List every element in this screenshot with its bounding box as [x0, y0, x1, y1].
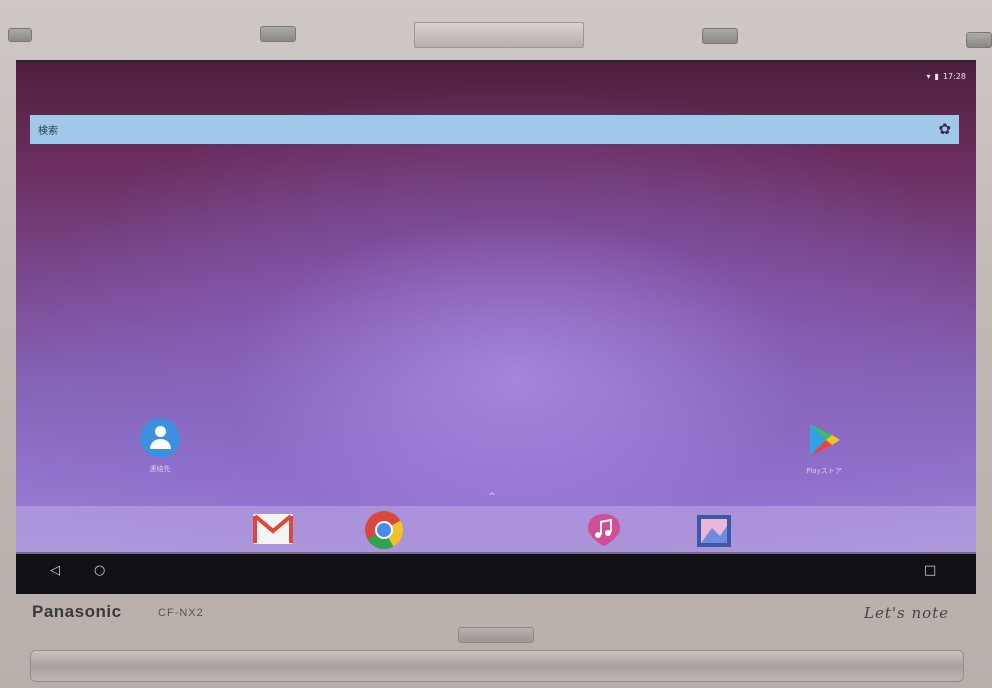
play-store-icon	[804, 420, 844, 460]
app-label: 連絡先	[149, 465, 171, 473]
gallery-icon[interactable]	[696, 514, 732, 552]
search-bar[interactable]: 検索 ✿	[30, 115, 959, 144]
gmail-icon[interactable]	[252, 512, 294, 550]
app-label: Playストア	[806, 467, 842, 475]
music-icon[interactable]	[586, 512, 622, 552]
gear-icon[interactable]: ✿	[938, 122, 951, 137]
navigation-bar: ◁ ○ □	[16, 554, 976, 594]
brand-logo: Panasonic	[32, 602, 122, 621]
battery-icon: ▮	[934, 72, 939, 81]
home-button[interactable]: ○	[94, 564, 105, 577]
back-button[interactable]: ◁	[50, 564, 60, 577]
bezel-latch-left	[8, 28, 32, 42]
model-label: CF-NX2	[158, 607, 204, 619]
series-logo: Let's note	[864, 604, 950, 622]
recents-button[interactable]: □	[924, 564, 936, 577]
home-app-contacts[interactable]: 連絡先	[140, 418, 180, 474]
dock	[16, 506, 976, 554]
bezel-latch-center-left	[260, 26, 296, 42]
home-app-play-store[interactable]: Playストア	[804, 420, 844, 476]
wifi-icon: ▾	[926, 72, 931, 81]
contacts-icon	[140, 418, 180, 458]
bezel-latch-right	[966, 32, 992, 48]
android-screen: ▾ ▮ 17:28 検索 ✿ 連絡先 Playストア ^ ◁ ○ □	[16, 60, 976, 594]
search-label: 検索	[38, 126, 58, 137]
laptop-hinge	[30, 650, 964, 682]
chevron-up-icon[interactable]: ^	[488, 492, 496, 502]
bezel-latch-bottom	[458, 627, 534, 643]
status-time: 17:28	[942, 72, 966, 81]
chrome-icon[interactable]	[364, 510, 404, 554]
bezel-latch-center-right	[702, 28, 738, 44]
webcam-slot	[414, 22, 584, 48]
status-bar: ▾ ▮ 17:28	[927, 72, 966, 81]
